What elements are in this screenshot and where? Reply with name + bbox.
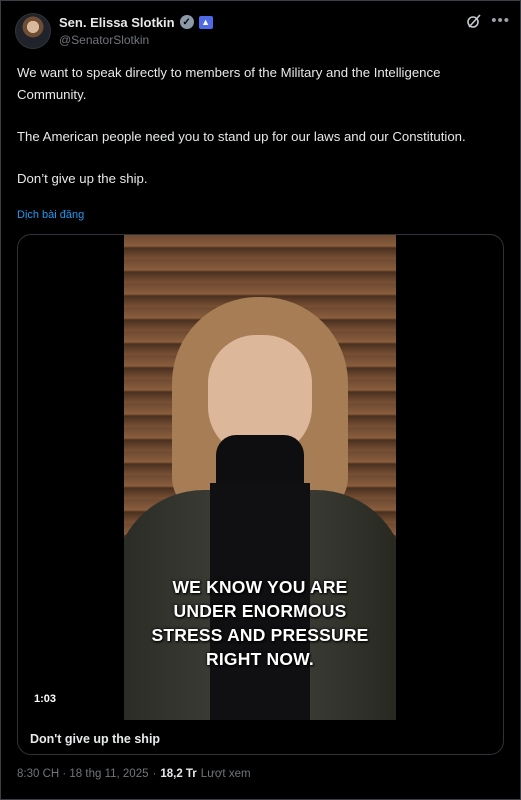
post-timestamp[interactable]: 8:30 CH · 18 thg 11, 2025 (17, 768, 149, 780)
author-handle[interactable]: @SenatorSlotkin (59, 33, 149, 47)
views-label: Lượt xem (200, 768, 251, 780)
check-circle-icon: ✓ (179, 15, 194, 29)
tweet-paragraph-3: Don’t give up the ship. (17, 171, 148, 186)
tweet-text: We want to speak directly to members of … (17, 62, 507, 210)
tweet-header: Sen. Elissa Slotkin ✓ ▲ @SenatorSlotkin … (15, 11, 510, 51)
tweet-paragraph-2: The American people need you to stand up… (17, 129, 466, 144)
video-title: Don't give up the ship (30, 732, 161, 746)
author-name-row: Sen. Elissa Slotkin ✓ ▲ (59, 13, 213, 31)
avatar[interactable] (15, 13, 51, 49)
video-duration: 1:03 (30, 692, 61, 706)
government-badge-icon: ▲ (198, 15, 213, 29)
tweet-frame: Sen. Elissa Slotkin ✓ ▲ @SenatorSlotkin … (0, 0, 521, 800)
video-caption: WE KNOW YOU ARE UNDER ENORMOUS STRESS AN… (151, 577, 369, 669)
translate-post-link[interactable]: Dịch bài đăng (17, 209, 84, 221)
tweet-paragraph-1: We want to speak directly to members of … (17, 65, 441, 102)
author-display-name[interactable]: Sen. Elissa Slotkin (59, 15, 175, 30)
grok-icon[interactable] (466, 13, 482, 29)
tweet-footer: 8:30 CH · 18 thg 11, 2025 · 18,2 Tr Lượt… (17, 768, 251, 780)
video-card[interactable]: WE KNOW YOU ARE UNDER ENORMOUS STRESS AN… (17, 234, 504, 755)
more-options-icon[interactable]: ••• (491, 12, 510, 29)
views-count: 18,2 Tr (160, 768, 197, 780)
video-player[interactable]: WE KNOW YOU ARE UNDER ENORMOUS STRESS AN… (124, 235, 396, 720)
footer-separator: · (152, 768, 157, 780)
